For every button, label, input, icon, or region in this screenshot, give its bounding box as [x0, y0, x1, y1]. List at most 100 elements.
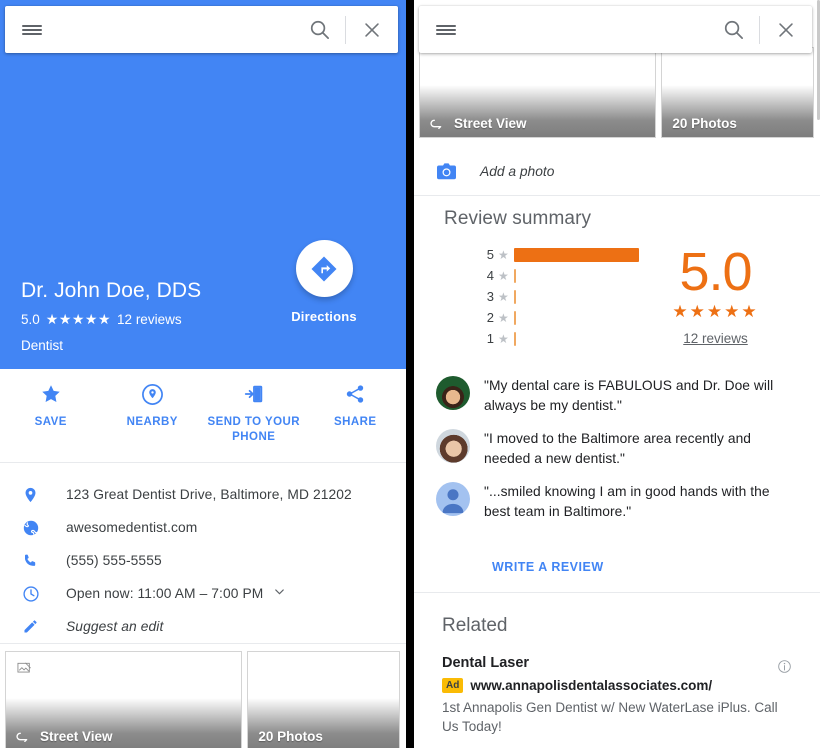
pegman-icon	[16, 732, 28, 742]
hours-text: Open now: 11:00 AM – 7:00 PM	[66, 586, 264, 601]
histogram-star-number: 1	[486, 331, 494, 346]
business-category: Dentist	[21, 338, 64, 353]
address-text: 123 Great Dentist Drive, Baltimore, MD 2…	[66, 487, 352, 502]
directions-fab-group: Directions	[269, 240, 379, 324]
review-summary-body: 5 ★ 4 ★ 3 ★ 2 ★ 1 ★ 5.0 ★★★★★ 12 reviews	[414, 230, 820, 349]
histogram-row: 1 ★	[484, 328, 639, 349]
star-icon: ★	[498, 268, 509, 283]
histogram-bar	[513, 247, 639, 262]
hours-text-group: Open now: 11:00 AM – 7:00 PM	[66, 584, 287, 604]
search-bar[interactable]	[419, 6, 812, 53]
person-icon	[442, 489, 464, 514]
street-view-thumbnail[interactable]: Street View	[5, 651, 243, 748]
review-summary-title: Review summary	[444, 208, 592, 229]
hours-row[interactable]: Open now: 11:00 AM – 7:00 PM	[0, 577, 406, 610]
avatar	[436, 482, 470, 516]
hamburger-menu-icon[interactable]	[5, 23, 59, 37]
suggest-edit-text: Suggest an edit	[66, 619, 164, 634]
nearby-label: NEARBY	[126, 416, 178, 428]
camera-icon	[436, 162, 480, 181]
right-panel: Suggest an edit Street View 20 Photos	[414, 0, 820, 748]
directions-arrow-icon	[311, 256, 337, 281]
histogram-row: 3 ★	[484, 286, 639, 307]
directions-label: Directions	[291, 309, 357, 324]
photos-thumbnail[interactable]: 20 Photos	[661, 47, 814, 138]
save-button[interactable]: SAVE	[0, 369, 102, 462]
review-snippet[interactable]: "...smiled knowing I am in good hands wi…	[436, 482, 798, 521]
search-icon[interactable]	[707, 18, 759, 41]
histogram-star-number: 4	[486, 268, 494, 283]
write-review-button[interactable]: WRITE A REVIEW	[492, 560, 604, 574]
histogram-row: 5 ★	[484, 244, 639, 265]
website-text: awesomedentist.com	[66, 520, 198, 535]
globe-icon	[22, 519, 66, 537]
search-icon[interactable]	[293, 18, 345, 41]
ad-url-line: Ad www.annapolisdentalassociates.com/	[442, 678, 792, 693]
histogram-track	[513, 289, 639, 304]
nearby-pin-icon	[141, 382, 164, 406]
rating-row: 5.0 ★★★★★ 12 reviews	[21, 311, 286, 328]
star-icon: ★	[498, 331, 509, 346]
related-ad-item[interactable]: Dental Laser Ad www.annapolisdentalassoc…	[442, 637, 792, 736]
histogram-bar	[513, 289, 516, 304]
histogram-star-number: 2	[486, 310, 494, 325]
add-photo-row[interactable]: Add a photo	[414, 148, 820, 196]
star-icon	[40, 382, 62, 406]
place-hero-banner: Dr. John Doe, DDS 5.0 ★★★★★ 12 reviews D…	[0, 0, 406, 369]
suggest-edit-row[interactable]: Suggest an edit	[0, 610, 406, 643]
histogram-bar	[513, 331, 516, 346]
phone-row[interactable]: (555) 555-5555	[0, 544, 406, 577]
app-screen: Dr. John Doe, DDS 5.0 ★★★★★ 12 reviews D…	[0, 0, 820, 748]
info-circle-icon[interactable]	[777, 659, 792, 679]
review-snippet-text: "I moved to the Baltimore area recently …	[484, 431, 752, 466]
review-snippet-text: "My dental care is FABULOUS and Dr. Doe …	[484, 378, 774, 413]
star-icon: ★	[498, 247, 509, 262]
close-icon[interactable]	[346, 19, 398, 41]
ad-badge: Ad	[442, 678, 464, 693]
rating-histogram: 5 ★ 4 ★ 3 ★ 2 ★ 1 ★	[414, 244, 639, 349]
reviews-count-link[interactable]: 12 reviews	[639, 331, 792, 346]
star-rating-icon: ★★★★★	[672, 302, 759, 321]
histogram-row: 4 ★	[484, 265, 639, 286]
overall-score-block: 5.0 ★★★★★ 12 reviews	[639, 244, 820, 349]
nearby-button[interactable]: NEARBY	[102, 369, 204, 462]
share-button[interactable]: SHARE	[305, 369, 407, 462]
broken-image-icon	[17, 662, 31, 673]
close-icon[interactable]	[760, 19, 812, 41]
star-icon: ★	[498, 289, 509, 304]
send-to-phone-label: SEND TO YOUR PHONE	[207, 416, 301, 443]
street-view-thumbnail[interactable]: Street View	[419, 47, 657, 138]
review-snippet[interactable]: "My dental care is FABULOUS and Dr. Doe …	[436, 376, 798, 415]
hamburger-menu-icon[interactable]	[419, 23, 473, 37]
send-to-phone-button[interactable]: SEND TO YOUR PHONE	[203, 369, 305, 462]
ad-url[interactable]: www.annapolisdentalassociates.com/	[470, 678, 712, 693]
share-icon	[344, 382, 366, 406]
directions-button[interactable]	[295, 240, 353, 297]
histogram-star-number: 3	[486, 289, 494, 304]
clock-icon	[22, 585, 66, 603]
search-bar[interactable]	[5, 6, 398, 53]
website-row[interactable]: awesomedentist.com	[0, 511, 406, 544]
phone-icon	[22, 552, 66, 570]
save-label: SAVE	[34, 416, 67, 428]
review-snippet[interactable]: "I moved to the Baltimore area recently …	[436, 429, 798, 468]
histogram-track	[513, 247, 639, 262]
photos-thumbnail[interactable]: 20 Photos	[247, 651, 400, 748]
review-summary-section: Review summary 5 ★ 4 ★ 3 ★ 2 ★ 1 ★ 5.0 ★★★★★ 12 r…	[414, 196, 820, 349]
pegman-icon	[430, 119, 442, 129]
location-pin-icon	[22, 485, 66, 505]
histogram-bar	[513, 268, 516, 283]
rating-value: 5.0	[21, 312, 40, 327]
photos-caption: 20 Photos	[672, 116, 737, 131]
reviews-count-link[interactable]: 12 reviews	[117, 312, 182, 327]
phone-text: (555) 555-5555	[66, 553, 162, 568]
photos-caption: 20 Photos	[258, 729, 323, 744]
media-thumbnails: Street View 20 Photos	[5, 651, 400, 748]
place-action-bar: SAVE NEARBY SEND TO YOUR PHONE SHARE	[0, 369, 406, 463]
histogram-row: 2 ★	[484, 307, 639, 328]
overall-score: 5.0	[679, 242, 752, 302]
chevron-down-icon[interactable]	[272, 584, 287, 604]
photos-label: 20 Photos	[258, 729, 323, 744]
histogram-track	[513, 331, 639, 346]
address-row[interactable]: 123 Great Dentist Drive, Baltimore, MD 2…	[0, 478, 406, 511]
